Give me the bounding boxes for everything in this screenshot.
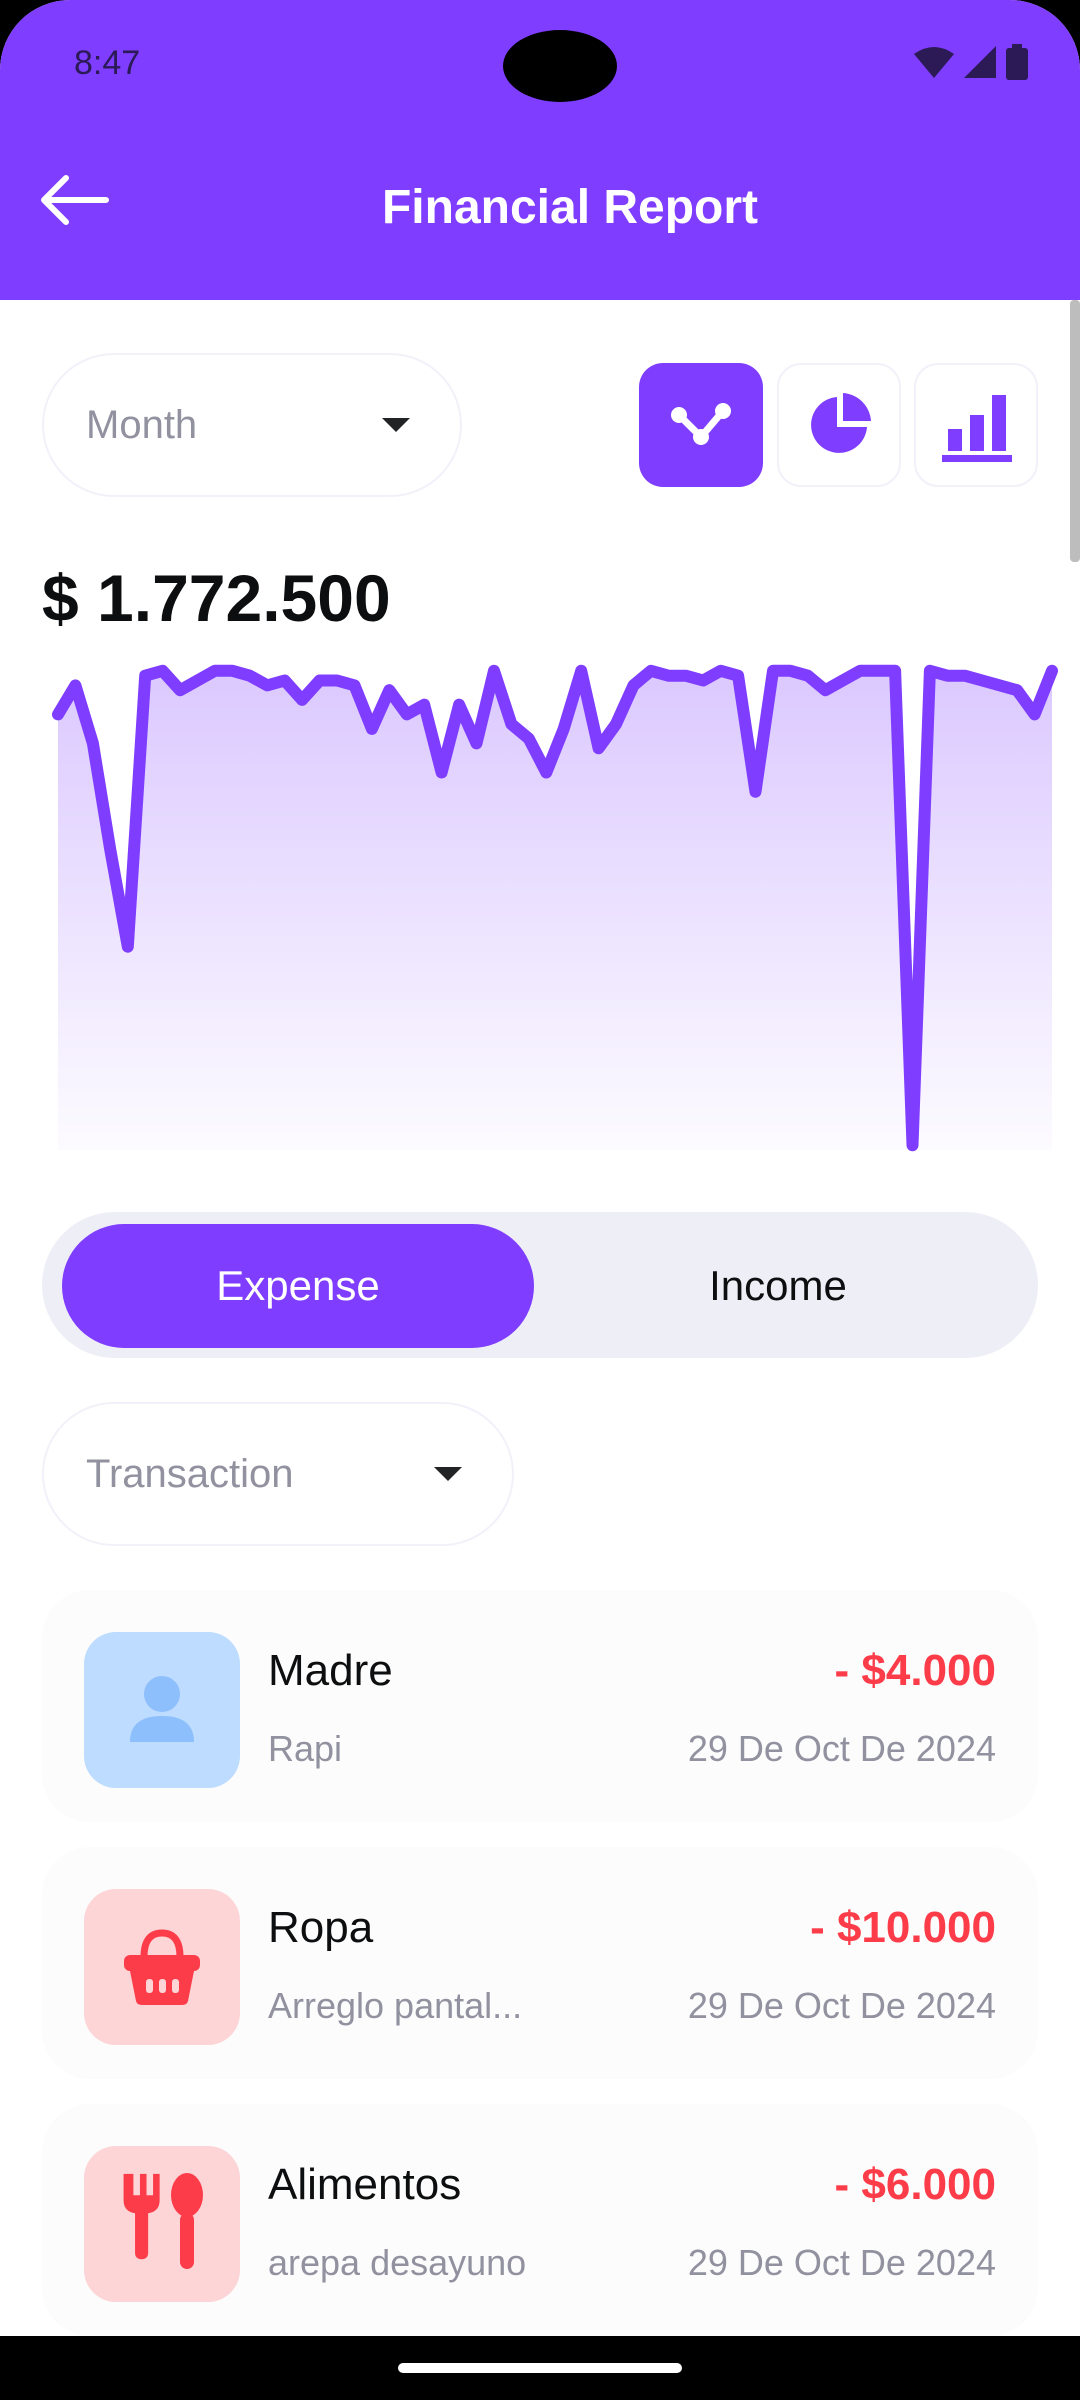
transaction-date: 29 De Oct De 2024 (687, 1728, 996, 1769)
status-icons (914, 44, 1028, 80)
transaction-description: Rapi (268, 1728, 343, 1769)
restaurant-icon (123, 2173, 203, 2269)
transaction-name: Alimentos (268, 2160, 462, 2209)
transaction-dropdown-label: Transaction (86, 1451, 294, 1496)
bar-chart-icon (942, 395, 1012, 462)
pie-chart-button[interactable] (777, 363, 901, 487)
line-chart-button[interactable] (639, 363, 763, 487)
income-tab[interactable]: Income (538, 1224, 1018, 1348)
app-header: 8:47 Financial Report (0, 0, 1080, 300)
signal-icon (964, 46, 996, 78)
battery-icon (1006, 44, 1028, 80)
scrollbar[interactable] (1070, 300, 1080, 562)
transaction-item[interactable]: Alimentos arepa desayuno - $6.000 29 De … (42, 2104, 1038, 2336)
transaction-icon-container (84, 1889, 240, 2045)
shopping-basket-icon (124, 1929, 200, 2005)
wifi-icon (914, 47, 954, 78)
person-icon (130, 1676, 194, 1742)
transaction-date: 29 De Oct De 2024 (687, 2242, 996, 2283)
pie-chart-icon (811, 393, 871, 453)
transaction-icon-container (84, 2146, 240, 2302)
expense-tab[interactable]: Expense (62, 1224, 534, 1348)
transaction-icon-container (84, 1632, 240, 1788)
line-chart-icon (671, 403, 731, 445)
total-amount: $ 1.772.500 (42, 561, 391, 635)
transaction-description: Arreglo pantal... (268, 1985, 523, 2026)
status-time: 8:47 (74, 44, 141, 82)
transaction-name: Madre (268, 1646, 393, 1695)
transaction-amount: - $6.000 (834, 2160, 996, 2209)
transaction-item[interactable]: Ropa Arreglo pantal... - $10.000 29 De O… (42, 1847, 1038, 2079)
screen: 8:47 Financial Report Month $ 1.772.500 … (0, 0, 1080, 2400)
chevron-down-icon (382, 418, 410, 432)
transaction-item[interactable]: Madre Rapi - $4.000 29 De Oct De 2024 (42, 1590, 1038, 1822)
transaction-date: 29 De Oct De 2024 (687, 1985, 996, 2026)
period-dropdown-label: Month (86, 402, 198, 447)
transaction-amount: - $10.000 (810, 1903, 996, 1952)
period-dropdown[interactable]: Month (42, 353, 462, 497)
transaction-name: Ropa (268, 1903, 374, 1952)
front-camera (503, 30, 617, 102)
transaction-dropdown[interactable]: Transaction (42, 1402, 514, 1546)
chevron-down-icon (434, 1467, 462, 1481)
transaction-description: arepa desayuno (268, 2242, 527, 2283)
transaction-amount: - $4.000 (834, 1646, 996, 1695)
home-indicator[interactable] (398, 2363, 682, 2373)
type-toggle: Expense Income (42, 1212, 1038, 1358)
bar-chart-button[interactable] (914, 363, 1038, 487)
financial-line-chart (52, 664, 1058, 1152)
page-title: Financial Report (381, 181, 759, 234)
